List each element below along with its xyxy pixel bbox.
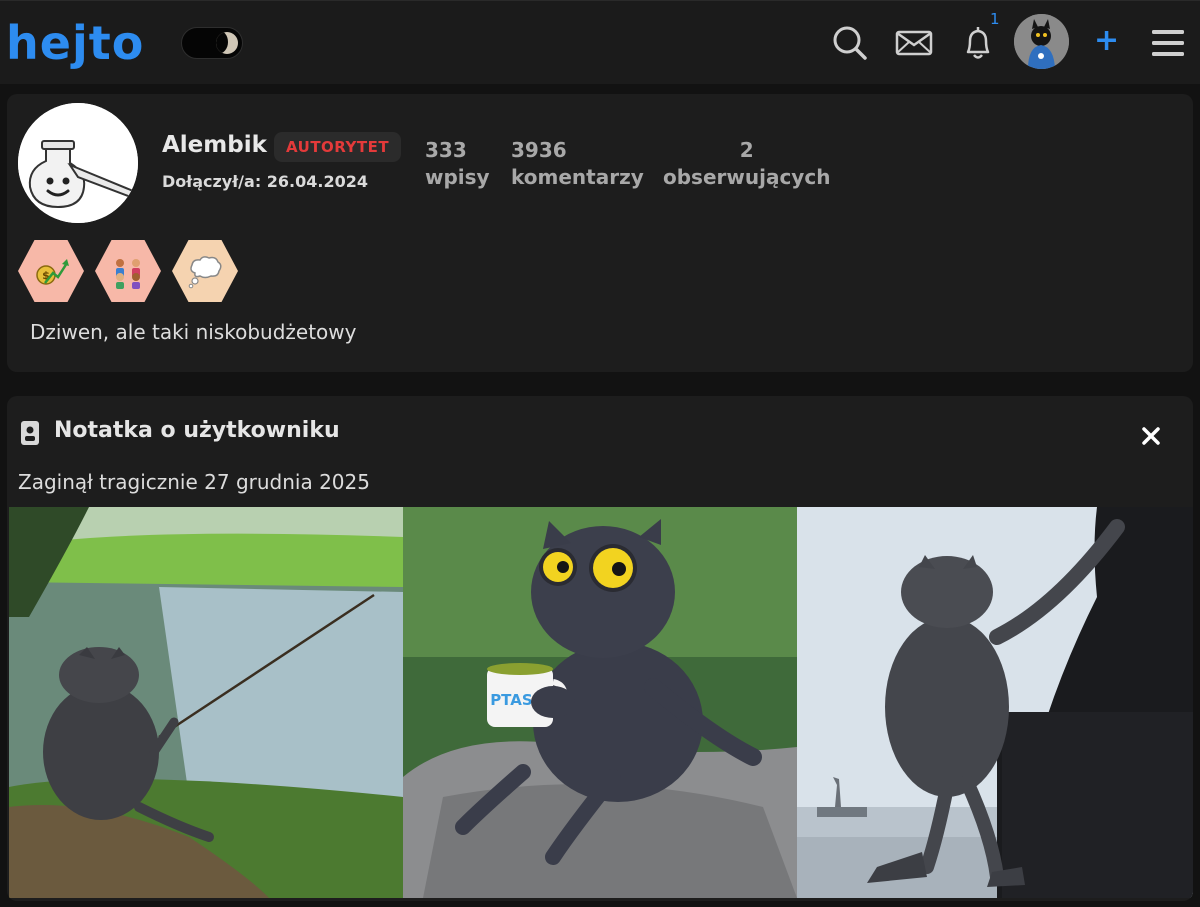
thought-bubble-badge-icon[interactable] xyxy=(172,240,238,302)
username: Alembik xyxy=(162,132,267,158)
profile-avatar[interactable] xyxy=(18,103,138,223)
stat-comments[interactable]: 3936 komentarzy xyxy=(511,137,644,191)
stat-comments-label: komentarzy xyxy=(511,165,644,189)
community-badge-icon[interactable] xyxy=(95,240,161,302)
profile-bio: Dziwen, ale taki niskobudżetowy xyxy=(30,320,357,344)
notification-count: 1 xyxy=(990,10,1000,28)
contact-card-icon xyxy=(20,420,40,446)
owl-with-mug-photo[interactable]: PTASIX xyxy=(403,507,797,898)
rank-badge: AUTORYTET xyxy=(274,132,402,162)
close-icon[interactable] xyxy=(1139,424,1163,448)
stat-followers[interactable]: 2 obserwujących xyxy=(663,137,830,191)
join-date: Dołączył/a: 26.04.2024 xyxy=(162,172,368,191)
note-text: Zaginął tragicznie 27 grudnia 2025 xyxy=(18,470,370,494)
theme-toggle[interactable] xyxy=(181,27,243,59)
menu-icon[interactable] xyxy=(1148,23,1188,63)
owl-fishing-photo[interactable] xyxy=(9,507,403,898)
stat-posts-value: 333 xyxy=(425,138,467,162)
mail-icon[interactable] xyxy=(894,23,934,63)
stat-followers-label: obserwujących xyxy=(663,165,831,189)
user-avatar[interactable] xyxy=(1014,14,1069,69)
stat-posts[interactable]: 333 wpisy xyxy=(425,137,490,191)
stat-posts-label: wpisy xyxy=(425,165,490,189)
hejto-logo[interactable]: hejto xyxy=(6,15,144,71)
top-navigation-bar: hejto 1 + xyxy=(0,0,1200,84)
user-note-card: Notatka o użytkowniku Zaginął tragicznie… xyxy=(7,396,1193,901)
note-title: Notatka o użytkowniku xyxy=(54,418,340,443)
add-post-button[interactable]: + xyxy=(1094,23,1119,59)
profile-card: Alembik AUTORYTET Dołączył/a: 26.04.2024… xyxy=(7,94,1193,372)
stat-followers-value: 2 xyxy=(739,138,754,162)
bell-icon[interactable] xyxy=(958,23,998,63)
owl-statue-of-liberty-photo[interactable] xyxy=(797,507,1193,898)
search-icon[interactable] xyxy=(830,23,870,63)
money-growth-badge-icon[interactable]: $ xyxy=(18,240,84,302)
moon-icon xyxy=(216,32,238,54)
stat-comments-value: 3936 xyxy=(511,138,567,162)
